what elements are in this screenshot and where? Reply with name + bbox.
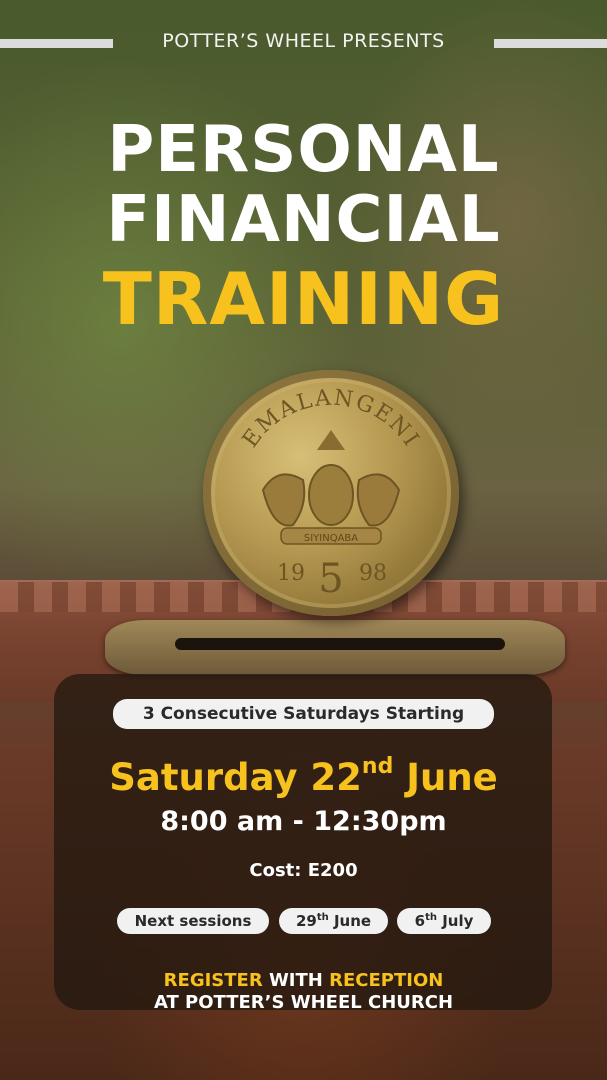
- coin-year-left: 19: [277, 561, 305, 586]
- time-range: 8:00 am - 12:30pm: [160, 806, 447, 837]
- register-line-1: REGISTER WITH RECEPTION: [163, 970, 444, 991]
- date-month: June: [393, 756, 498, 799]
- title-line-financial: FINANCIAL: [106, 183, 501, 257]
- coin-motto: SIYINQABA: [304, 533, 358, 544]
- date-ordinal: nd: [361, 753, 394, 779]
- coin-denomination: 5: [318, 556, 343, 602]
- next-sessions-badge: Next sessions: [117, 908, 269, 934]
- coin-slot: [105, 620, 565, 675]
- coin-year-right: 98: [359, 561, 387, 586]
- divider-right: [494, 39, 607, 48]
- session-badge-29-june: 29th June: [279, 908, 388, 934]
- header-line: POTTER’S WHEEL PRESENTS: [0, 30, 607, 60]
- series-badge: 3 Consecutive Saturdays Starting: [113, 699, 494, 729]
- start-date: Saturday 22nd June: [0, 753, 607, 799]
- cost-text: Cost: E200: [249, 860, 358, 881]
- title-line-personal: PERSONAL: [107, 113, 500, 187]
- coin-image: EMALANGENI SIYINQABA 19 5 98: [203, 370, 459, 616]
- date-day: Saturday 22: [109, 756, 362, 799]
- title-line-training: TRAINING: [102, 257, 505, 341]
- register-line-2: AT POTTER’S WHEEL CHURCH: [153, 992, 454, 1013]
- session-badge-6-july: 6th July: [397, 908, 491, 934]
